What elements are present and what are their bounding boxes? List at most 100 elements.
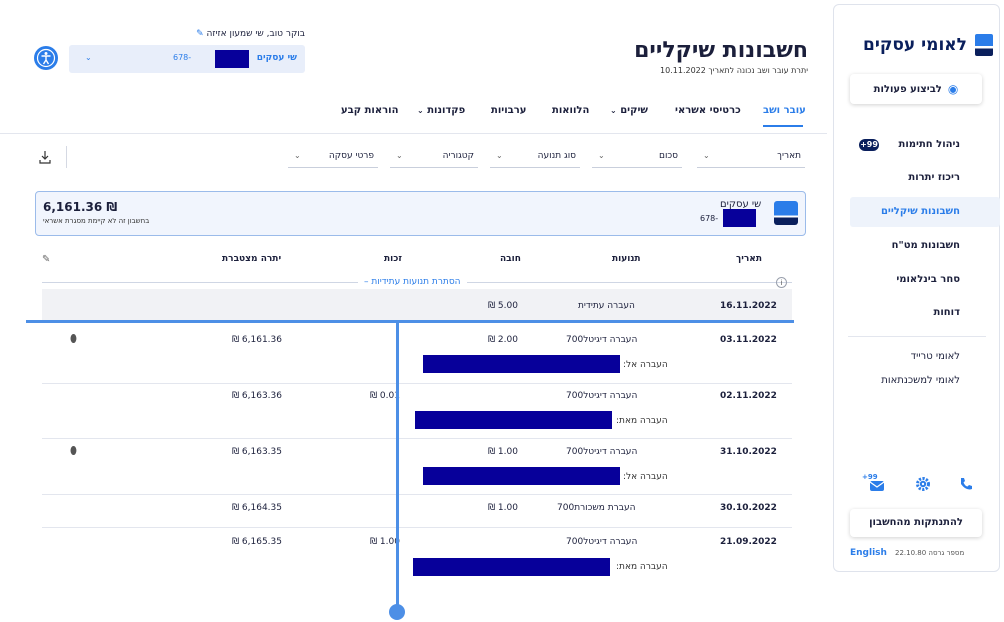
row1-debit: 2.00 ₪ (488, 335, 518, 345)
filter-amount[interactable]: סכום ⌄ (592, 146, 682, 168)
sidebar-item-balances[interactable]: ריכוז יתרות (908, 172, 960, 183)
account-logo-icon (774, 201, 798, 225)
row4-balance: 6,164.35 ₪ (232, 503, 282, 513)
tab-checks[interactable]: שיקים ⌄ (610, 105, 648, 116)
row1-desc: העברה דיגיטל700 (566, 335, 638, 345)
sidebar-item-signatures[interactable]: ניהול חתימות (899, 139, 960, 150)
language-english-link[interactable]: English (850, 548, 887, 558)
filter-category[interactable]: קטגוריה ⌄ (390, 146, 478, 168)
wave-icon: ✎ (196, 29, 204, 39)
row5-balance: 6,165.35 ₪ (232, 537, 282, 547)
row2-desc: העברה דיגיטל700 (566, 391, 638, 401)
filter-transaction-details[interactable]: פרטי עסקה ⌄ (288, 146, 378, 168)
row-separator (42, 383, 792, 384)
tab-guarantees[interactable]: ערבויות (491, 105, 526, 116)
row-separator (42, 527, 792, 528)
col-header-date[interactable]: תאריך (736, 254, 762, 264)
fingerprint-icon: ◉ (947, 82, 959, 96)
chevron-down-icon: ⌄ (417, 106, 424, 115)
account-summary-card[interactable] (35, 191, 806, 236)
chevron-down-icon: ⌄ (598, 151, 605, 160)
settings-gear-icon[interactable] (915, 476, 931, 492)
filter-type-label: סוג תנועה (537, 151, 576, 161)
download-icon[interactable] (38, 149, 52, 164)
summary-credit-note: בחשבון זה לא קיימת מסגרת אשראי (43, 217, 150, 225)
tab-current-account[interactable]: עובר ושב (763, 105, 806, 116)
tab-standing-orders[interactable]: הוראות קבע (341, 105, 398, 116)
filter-transaction-type[interactable]: סוג תנועה ⌄ (490, 146, 580, 168)
row2-date: 02.11.2022 (720, 391, 777, 401)
accessibility-button[interactable] (34, 46, 58, 70)
chevron-down-icon: ⌄ (294, 151, 301, 160)
active-tab-indicator (763, 125, 803, 127)
filter-date-label: תאריך (777, 151, 801, 161)
actions-button-label: לביצוע פעולות (873, 83, 942, 95)
filter-date[interactable]: תאריך ⌄ (697, 146, 805, 168)
col-header-debit: חובה (500, 254, 521, 264)
sidebar-link-mortgage[interactable]: לאומי למשכנתאות (881, 375, 960, 386)
header-divider (0, 133, 827, 134)
future-date: 16.11.2022 (720, 301, 777, 311)
row3-date: 31.10.2022 (720, 447, 777, 457)
tab-deposits[interactable]: פקדונות ⌄ (417, 105, 465, 116)
tab-loans[interactable]: הלוואות (552, 105, 589, 116)
phone-icon[interactable] (958, 476, 974, 492)
chevron-down-icon: ⌄ (396, 151, 403, 160)
row5-date: 21.09.2022 (720, 537, 777, 547)
row5-desc: העברה דיגיטל700 (566, 537, 638, 547)
tab-deposits-label: פקדונות (427, 105, 466, 116)
attachment-icon[interactable]: ⬮ (70, 444, 77, 458)
account-selector-number: 678- (173, 53, 192, 62)
row1-sub: העברה אל: (623, 360, 668, 370)
chevron-down-icon: ⌄ (496, 151, 503, 160)
account-selector-name: שי עסקים (256, 53, 297, 63)
filter-separator (66, 146, 67, 168)
redaction-block (423, 467, 620, 485)
toggle-future-label: הסתרת תנועות עתידיות (371, 277, 461, 287)
annotation-dot (389, 604, 405, 620)
row-separator (42, 438, 792, 439)
disconnect-button[interactable]: להתנתקות מהחשבון (850, 509, 982, 537)
row3-sub: העברה אל: (623, 472, 668, 482)
redaction-block (415, 411, 612, 429)
row1-balance: 6,161.36 ₪ (232, 335, 282, 345)
redaction-block (723, 209, 756, 227)
version-label: מספר גרסה 22.10.80 (895, 549, 965, 557)
leumi-logo-icon (974, 34, 993, 56)
redaction-block (413, 558, 610, 576)
mail-icon[interactable]: +99 (862, 473, 888, 493)
brand-logo[interactable]: לאומי עסקים (863, 32, 993, 58)
summary-account-number: 678- (700, 214, 719, 223)
col-header-credit: זכות (384, 254, 402, 264)
sidebar-item-shekel-accounts[interactable]: חשבונות שיקליים (881, 206, 960, 217)
sidebar-item-intl-trade[interactable]: סחר בינלאומי (896, 274, 960, 285)
hide-future-transactions-toggle[interactable]: הסתרת תנועות עתידיות – (358, 277, 467, 287)
row4-date: 30.10.2022 (720, 503, 777, 513)
mail-badge: +99 (862, 473, 878, 481)
brand-name: לאומי עסקים (863, 35, 967, 55)
sidebar-item-fx-accounts[interactable]: חשבונות מט"ח (892, 240, 960, 251)
sidebar-item-reports[interactable]: דוחות (934, 307, 960, 318)
edit-columns-icon[interactable]: ✎ (42, 254, 50, 265)
annotation-horizontal-line (26, 320, 794, 323)
row2-sub: העברה מאת: (616, 416, 668, 426)
filter-details-label: פרטי עסקה (328, 151, 374, 161)
info-icon[interactable]: i (776, 277, 787, 288)
tab-checks-label: שיקים (620, 105, 648, 116)
future-desc: העברה עתידית (578, 301, 635, 311)
actions-button[interactable]: ◉ לביצוע פעולות (850, 74, 982, 104)
row3-balance: 6,163.35 ₪ (232, 447, 282, 457)
row4-debit: 1.00 ₪ (488, 503, 518, 513)
col-header-transactions: תנועות (612, 254, 641, 264)
attachment-icon[interactable]: ⬮ (70, 332, 77, 346)
account-selector[interactable]: שי עסקים 678- ⌄ (69, 45, 305, 73)
future-transaction-row[interactable] (42, 289, 792, 320)
chevron-down-icon: ⌄ (703, 151, 710, 160)
sidebar-link-trade[interactable]: לאומי טרייד (911, 351, 960, 362)
balance-date-note: יתרת עובר ושב נכונה לתאריך 10.11.2022 (660, 66, 808, 75)
col-header-balance: יתרה מצטברת (222, 254, 282, 264)
redaction-block (423, 355, 620, 373)
row3-desc: העברה דיגיטל700 (566, 447, 638, 457)
greeting: בוקר טוב, שי שמעון אזיזה ✎ (185, 29, 305, 39)
tab-credit-cards[interactable]: כרטיסי אשראי (675, 105, 741, 116)
